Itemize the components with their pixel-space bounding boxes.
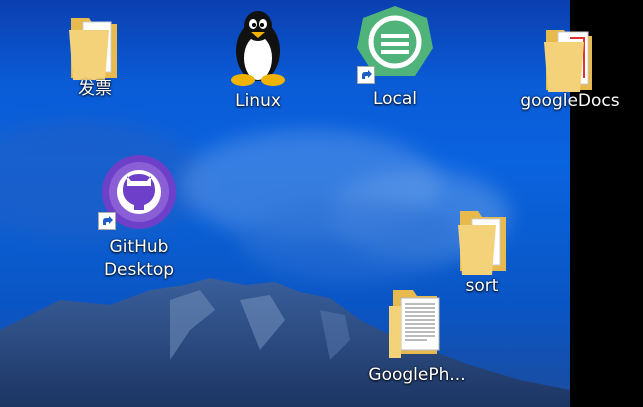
desktop-icon-sort-folder[interactable]: PDF sort xyxy=(445,205,519,298)
icon-label: 发票 xyxy=(78,79,112,99)
desktop-icon-googledocs-folder[interactable]: googleDocs xyxy=(515,22,625,113)
shortcut-arrow-icon xyxy=(98,212,116,230)
icon-label: GitHub xyxy=(109,237,169,257)
folder-pdf-icon: PDF xyxy=(458,211,506,275)
desktop-icon-googlephotos-folder[interactable]: GooglePh... xyxy=(362,288,472,387)
icon-label: Local xyxy=(372,89,418,109)
icon-label: Desktop xyxy=(103,260,175,280)
icon-label: Linux xyxy=(235,91,281,111)
desktop-icon-linux[interactable]: Linux xyxy=(218,6,298,113)
folder-icon xyxy=(544,30,592,92)
icon-label: googleDocs xyxy=(520,91,620,111)
desktop-icon-local[interactable]: Local xyxy=(355,4,435,111)
folder-document-icon xyxy=(389,290,440,358)
tux-penguin-icon xyxy=(231,11,285,86)
icon-label: GooglePh... xyxy=(368,365,466,385)
shortcut-arrow-icon xyxy=(357,66,375,84)
desktop-icon-github-desktop[interactable]: GitHub Desktop xyxy=(95,152,183,282)
desktop-icon-invoice-folder[interactable]: 发票 xyxy=(55,10,135,101)
folder-icon xyxy=(69,18,117,80)
